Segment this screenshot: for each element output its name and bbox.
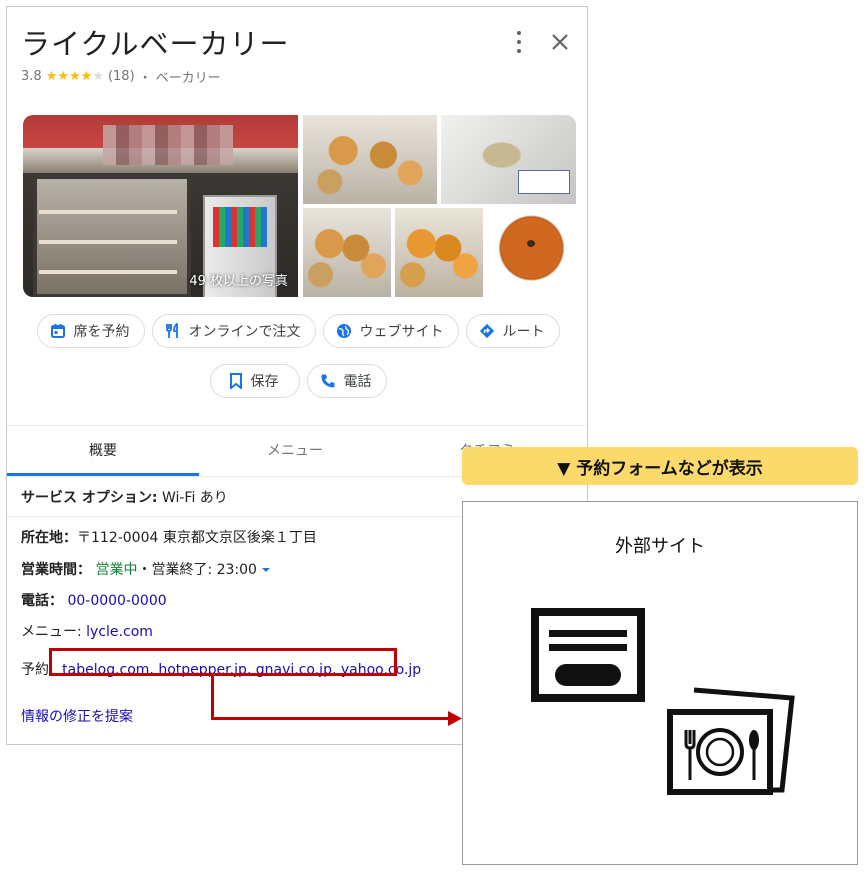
form-icon [531,608,645,702]
website-button[interactable]: ウェブサイト [322,314,459,348]
hours-detail[interactable]: ・営業終了: 23:00 [137,562,257,578]
order-online-label: オンラインで注文 [188,324,301,340]
order-online-button[interactable]: オンラインで注文 [151,314,316,348]
arrow-horizontal [211,717,451,720]
phone-icon [321,374,334,388]
cutlery-icon [165,323,178,338]
photo-gallery[interactable]: 49 枚以上の写真 [23,115,576,297]
callout-banner: ▼ 予約フォームなどが表示 [462,447,858,485]
tab-menu[interactable]: メニュー [199,426,391,476]
arrow-vertical [211,676,214,719]
close-icon[interactable] [549,31,571,53]
open-status: 営業中 [95,562,138,578]
external-site-panel: 外部サイト [462,501,858,865]
place-category[interactable]: ベーカリー [156,67,221,86]
tray-photo[interactable] [441,115,576,204]
reserve-label: 席を予約 [73,324,130,340]
bread-closeup-photo[interactable] [395,208,483,297]
reservation-highlight-box [49,648,397,676]
menu-row: メニュー: lycle.com [21,621,153,641]
action-row-1: 席を予約 オンラインで注文 ウェブサイト ルート [7,314,589,348]
bookmark-icon [229,373,242,389]
phone-row: 電話： 00-0000-0000 [21,590,167,610]
call-button[interactable]: 電話 [306,364,387,398]
rating-value: 3.8 [21,69,42,84]
service-label: サービス オプション: [21,490,158,506]
hours-row: 営業時間： 営業中・営業終了: 23:00 [21,559,271,579]
suggest-edit-row: 情報の修正を提案 [21,706,133,726]
suggest-edit-link[interactable]: 情報の修正を提案 [21,709,133,725]
photo-count-caption[interactable]: 49 枚以上の写真 [189,270,288,289]
route-button[interactable]: ルート [465,314,560,348]
star-rating-icon: ★★★★★ [45,69,104,84]
address-label: 所在地： [21,530,77,546]
save-button[interactable]: 保存 [209,364,300,398]
review-count[interactable]: (18) [108,69,135,84]
arrow-head-icon [448,711,462,726]
bread-photo[interactable] [303,115,437,204]
place-title: ライクルベーカリー [21,27,290,61]
menu-label: メニュー: [21,624,82,640]
address-value[interactable]: 〒112-0004 東京都文京区後楽１丁目 [77,530,317,546]
separator: ・ [138,71,152,86]
globe-icon [336,324,351,338]
phone-link[interactable]: 00-0000-0000 [67,593,166,609]
anpan-photo[interactable] [487,208,576,297]
action-row-2: 保存 電話 [7,364,589,398]
address-row: 所在地：〒112-0004 東京都文京区後楽１丁目 [21,527,317,547]
caret-down-icon[interactable] [261,566,271,574]
rating-row: 3.8 ★★★★★ (18) ・ ベーカリー [21,67,221,86]
more-options-icon[interactable] [512,31,526,53]
directions-icon [479,323,494,339]
menu-link[interactable]: lycle.com [86,624,153,640]
service-options-row: サービス オプション: Wi-Fi あり [21,487,228,507]
external-site-title: 外部サイト [615,536,705,557]
calendar-icon [50,324,65,338]
save-label: 保存 [250,374,279,390]
bread-shelf-photo[interactable] [303,208,391,297]
restaurant-menu-icon [667,687,795,795]
service-value: Wi-Fi あり [161,490,228,506]
call-label: 電話 [343,374,372,390]
phone-label: 電話： [21,593,63,609]
route-label: ルート [502,324,545,340]
tab-overview[interactable]: 概要 [7,426,199,476]
website-label: ウェブサイト [359,324,444,340]
hours-label: 営業時間： [21,562,91,578]
storefront-photo[interactable]: 49 枚以上の写真 [23,115,298,297]
reserve-button[interactable]: 席を予約 [36,314,145,348]
